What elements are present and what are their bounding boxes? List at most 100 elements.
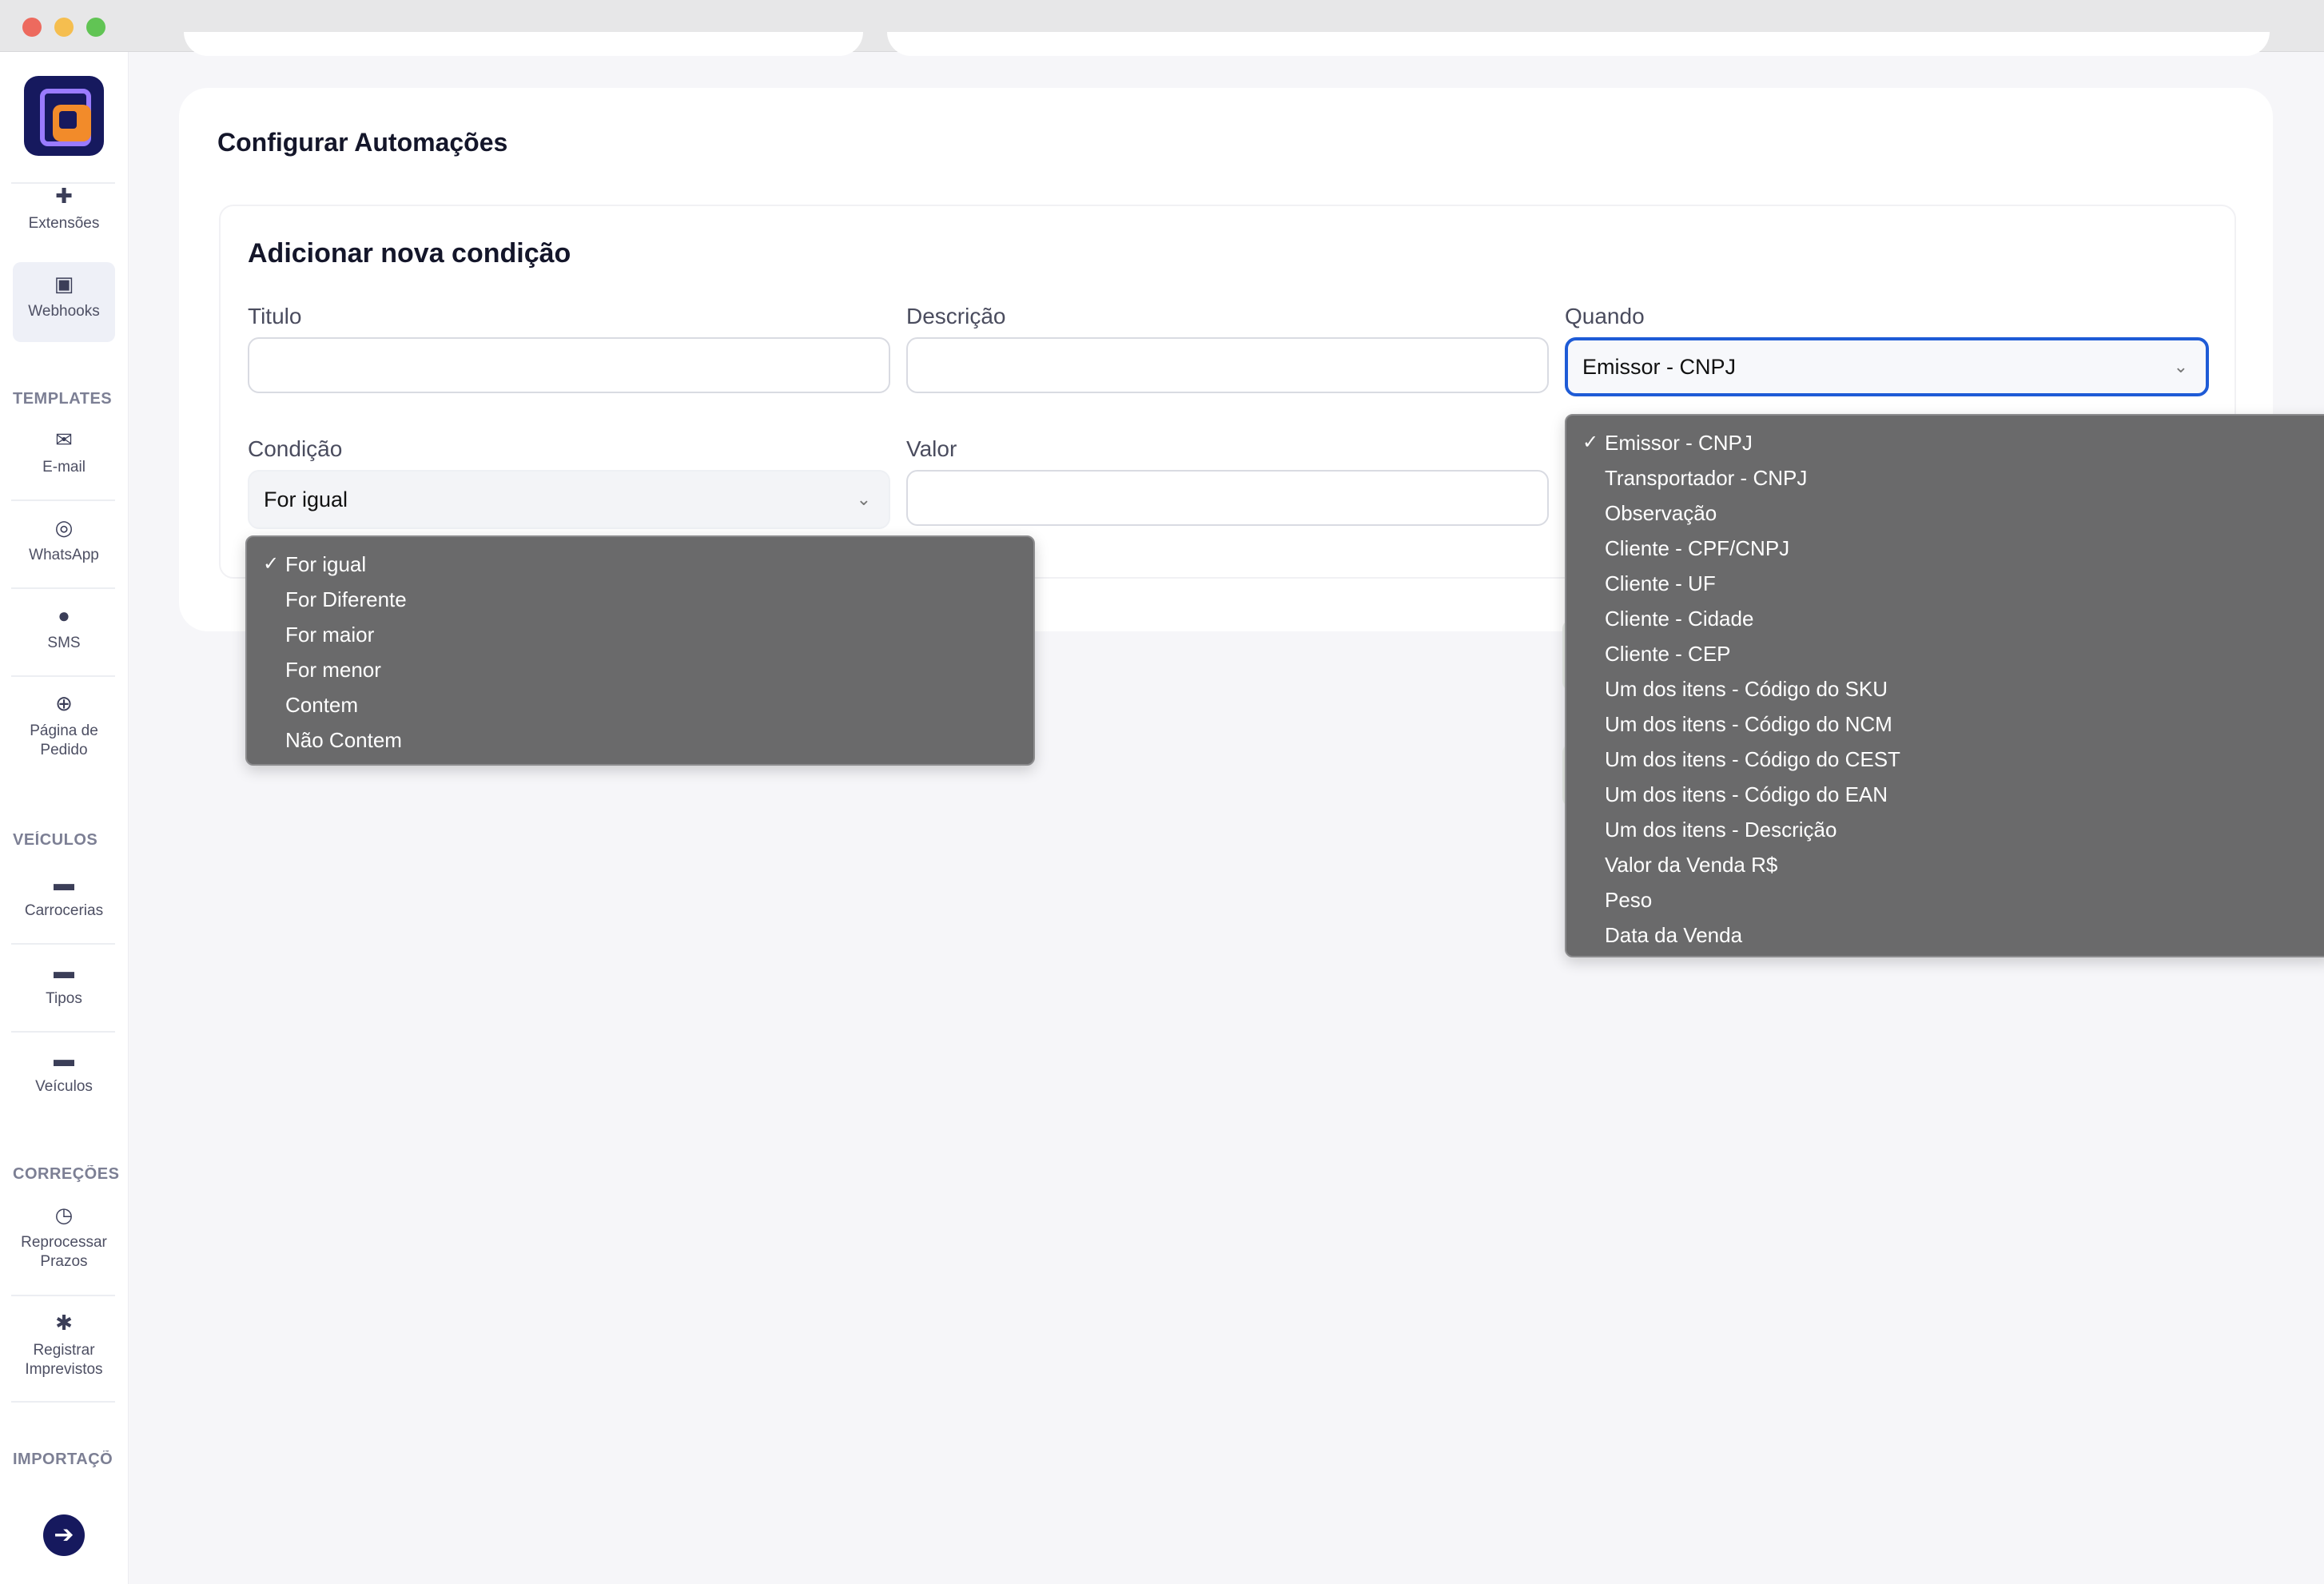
sms-icon: ● <box>58 603 70 627</box>
sidebar-item-tipos[interactable]: ▬ Tipos <box>13 959 115 1009</box>
sidebar-item-veiculos[interactable]: ▬ Veículos <box>13 1047 115 1096</box>
sidebar-item-sms[interactable]: ● SMS <box>13 603 115 653</box>
option-label: For Diferente <box>285 587 407 611</box>
valor-label: Valor <box>906 436 957 461</box>
webhook-icon: ▣ <box>54 272 74 296</box>
condicao-selected-value: For igual <box>264 488 348 511</box>
valor-field[interactable] <box>906 470 1549 526</box>
option-label: Não Contem <box>285 728 402 752</box>
option-label: Observação <box>1605 501 1717 525</box>
option-label: Cliente - UF <box>1605 571 1716 595</box>
sidebar-item-email[interactable]: ✉ E-mail <box>13 428 115 477</box>
divider <box>11 1295 115 1296</box>
sidebar-item-label: Página de Pedido <box>30 722 98 758</box>
quando-select[interactable]: Emissor - CNPJ ⌄ <box>1565 337 2209 396</box>
sidebar-item-label: Reprocessar Prazos <box>21 1234 107 1270</box>
condicao-option-for-menor[interactable]: For menor <box>247 652 1033 687</box>
quando-selected-value: Emissor - CNPJ <box>1582 355 1737 379</box>
previous-card-edge <box>184 32 863 56</box>
titulo-label: Titulo <box>248 304 302 328</box>
option-label: Valor da Venda R$ <box>1605 853 1778 877</box>
sidebar-item-label: Veículos <box>35 1078 93 1095</box>
quando-option[interactable]: Transportador - CNPJ <box>1566 460 2324 495</box>
previous-card-edge <box>887 32 2270 56</box>
titulo-input[interactable] <box>249 339 889 392</box>
minimize-window-button[interactable] <box>54 18 74 37</box>
sidebar-item-label: SMS <box>47 635 81 651</box>
option-label: Emissor - CNPJ <box>1605 431 1753 455</box>
quando-option[interactable]: Peso <box>1566 882 2324 917</box>
section-heading-importacao: IMPORTAÇÕ <box>13 1451 113 1468</box>
globe-icon: ⊕ <box>55 691 73 715</box>
maximize-window-button[interactable] <box>86 18 105 37</box>
option-label: Um dos itens - Código do SKU <box>1605 677 1888 701</box>
quando-option[interactable]: Cliente - Cidade <box>1566 601 2324 636</box>
sidebar-item-registrar-imprevistos[interactable]: ✱ Registrar Imprevistos <box>13 1311 115 1379</box>
quando-option[interactable]: Observação <box>1566 495 2324 531</box>
section-heading-templates: TEMPLATES <box>13 390 113 408</box>
sidebar-item-label: Carrocerias <box>24 902 104 919</box>
quando-option[interactable]: Cliente - CPF/CNPJ <box>1566 531 2324 566</box>
sidebar-item-carrocerias[interactable]: ▬ Carrocerias <box>13 871 115 921</box>
condicao-option-for-diferente[interactable]: For Diferente <box>247 582 1033 617</box>
condicao-option-for-maior[interactable]: For maior <box>247 617 1033 652</box>
sidebar-item-label: Webhooks <box>28 303 100 320</box>
sidebar-item-label: Tipos <box>46 990 82 1007</box>
descricao-field[interactable] <box>906 337 1549 393</box>
option-label: Um dos itens - Código do CEST <box>1605 747 1900 771</box>
quando-option[interactable]: Cliente - CEP <box>1566 636 2324 671</box>
titulo-field[interactable] <box>248 337 890 393</box>
chevron-down-icon: ⌄ <box>856 489 871 509</box>
condicao-option-for-igual[interactable]: ✓ For igual <box>247 547 1033 582</box>
sidebar-item-label: WhatsApp <box>29 547 99 563</box>
arrow-right-icon[interactable]: ➔ <box>43 1514 85 1556</box>
descricao-input[interactable] <box>908 339 1547 392</box>
option-label: For maior <box>285 623 375 647</box>
option-label: Um dos itens - Código do EAN <box>1605 782 1888 806</box>
quando-option[interactable]: Um dos itens - Código do SKU <box>1566 671 2324 706</box>
quando-option[interactable]: Um dos itens - Código do EAN <box>1566 777 2324 812</box>
quando-option[interactable]: Um dos itens - Código do CEST <box>1566 742 2324 777</box>
quando-option[interactable]: Cliente - UF <box>1566 566 2324 601</box>
divider <box>11 499 115 501</box>
option-label: Cliente - CEP <box>1605 642 1731 666</box>
email-icon: ✉ <box>55 428 73 452</box>
option-label: Peso <box>1605 888 1653 912</box>
divider <box>11 943 115 945</box>
condicao-label: Condição <box>248 436 343 461</box>
option-label: Contem <box>285 693 359 717</box>
quando-option[interactable]: Um dos itens - Descrição <box>1566 812 2324 847</box>
sidebar-item-reprocessar-prazos[interactable]: ◷ Reprocessar Prazos <box>13 1203 115 1272</box>
checkmark-icon: ✓ <box>263 553 280 575</box>
quando-dropdown-menu: ✓ Emissor - CNPJ Transportador - CNPJ Ob… <box>1565 414 2324 957</box>
quando-option[interactable]: ✓ Emissor - CNPJ <box>1566 425 2324 460</box>
sidebar: ✚ Extensões ▣ Webhooks TEMPLATES ✉ E-mai… <box>0 52 129 1584</box>
condicao-option-nao-contem[interactable]: Não Contem <box>247 722 1033 758</box>
divider <box>11 1031 115 1033</box>
condicao-select[interactable]: For igual ⌄ <box>248 470 890 529</box>
section-heading-correcoes: CORREÇÕES <box>13 1165 120 1183</box>
quando-option[interactable]: Um dos itens - Código do NCM <box>1566 706 2324 742</box>
chevron-down-icon: ⌄ <box>2173 356 2188 376</box>
valor-input[interactable] <box>908 472 1547 524</box>
sidebar-item-whatsapp[interactable]: ◎ WhatsApp <box>13 515 115 565</box>
divider <box>11 1401 115 1403</box>
app-logo[interactable] <box>24 76 104 156</box>
sidebar-item-pagina-de-pedido[interactable]: ⊕ Página de Pedido <box>13 691 115 760</box>
truck-icon: ▬ <box>54 1047 74 1071</box>
sidebar-item-extensoes[interactable]: ✚ Extensões <box>13 184 115 248</box>
option-label: Cliente - CPF/CNPJ <box>1605 536 1790 560</box>
option-label: For menor <box>285 658 381 682</box>
condicao-option-contem[interactable]: Contem <box>247 687 1033 722</box>
close-window-button[interactable] <box>22 18 42 37</box>
quando-option[interactable]: Data da Venda <box>1566 917 2324 953</box>
option-label: Um dos itens - Código do NCM <box>1605 712 1892 736</box>
quando-option[interactable]: Valor da Venda R$ <box>1566 847 2324 882</box>
car-crash-icon: ✱ <box>55 1311 73 1335</box>
option-label: Data da Venda <box>1605 923 1743 947</box>
truck-icon: ▬ <box>54 871 74 895</box>
puzzle-icon: ✚ <box>55 184 73 208</box>
clock-icon: ◷ <box>54 1203 74 1227</box>
whatsapp-icon: ◎ <box>54 515 74 539</box>
sidebar-item-webhooks[interactable]: ▣ Webhooks <box>13 262 115 342</box>
